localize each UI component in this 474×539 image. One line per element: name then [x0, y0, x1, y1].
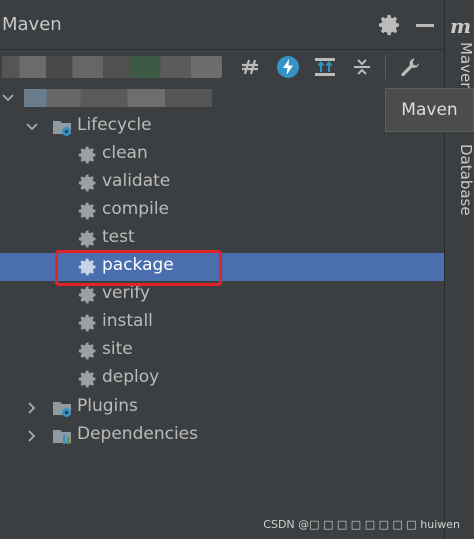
- toolbar: [0, 50, 444, 84]
- lifecycle-folder-icon: [53, 121, 71, 136]
- gear-icon: [78, 286, 96, 304]
- tree-row-phase-clean[interactable]: clean: [0, 141, 444, 169]
- gear-icon: [78, 370, 96, 388]
- side-tab-database[interactable]: Database: [445, 144, 474, 216]
- tree-row-plugins[interactable]: Plugins: [0, 394, 444, 422]
- skip-tests-icon[interactable]: [274, 53, 302, 81]
- right-tool-strip: m Maven Database: [444, 0, 474, 539]
- tree-label-phase: test: [102, 227, 135, 247]
- red-highlight-annotation: [55, 250, 222, 286]
- gear-icon: [78, 314, 96, 332]
- tree-label-phase: site: [102, 339, 133, 359]
- collapse-all-icon[interactable]: [348, 53, 376, 81]
- gear-icon: [78, 174, 96, 192]
- tree-label-phase: compile: [102, 199, 170, 219]
- blurred-toolbar-region: [2, 56, 222, 78]
- tree-row-phase-site[interactable]: site: [0, 337, 444, 365]
- maven-tool-window: Maven Lifecycle clean validate compile t…: [0, 0, 444, 539]
- tree-label-lifecycle: Lifecycle: [77, 115, 152, 135]
- panel-title: Maven: [2, 14, 62, 35]
- tree-row-phase-compile[interactable]: compile: [0, 197, 444, 225]
- gear-icon: [78, 342, 96, 360]
- tree-row-lifecycle[interactable]: Lifecycle: [0, 113, 444, 141]
- tree-label-phase: clean: [102, 143, 148, 163]
- tree-row-phase-install[interactable]: install: [0, 309, 444, 337]
- tree-row-phase-deploy[interactable]: deploy: [0, 365, 444, 393]
- title-bar: Maven: [0, 0, 444, 50]
- tooltip: Maven: [385, 88, 474, 132]
- gear-icon: [78, 146, 96, 164]
- chevron-right-icon[interactable]: [24, 428, 40, 444]
- tree-label-plugins: Plugins: [77, 396, 138, 416]
- blurred-project-name: [24, 89, 212, 107]
- chevron-right-icon[interactable]: [24, 400, 40, 416]
- tree-label-phase: validate: [102, 171, 171, 191]
- gear-icon: [78, 230, 96, 248]
- tree-label-dependencies: Dependencies: [77, 424, 198, 444]
- tree-label-phase: deploy: [102, 367, 160, 387]
- gear-icon: [78, 202, 96, 220]
- dependencies-folder-icon: [53, 430, 71, 444]
- tree-row-project[interactable]: [0, 84, 444, 112]
- toggle-offline-icon[interactable]: [236, 53, 264, 81]
- tree-row-phase-validate[interactable]: validate: [0, 169, 444, 197]
- maven-logo-icon: m: [450, 14, 472, 38]
- tree-row-phase-test[interactable]: test: [0, 225, 444, 253]
- chevron-down-icon[interactable]: [24, 119, 40, 135]
- tree-row-dependencies[interactable]: Dependencies: [0, 422, 444, 450]
- wrench-icon[interactable]: [396, 53, 424, 81]
- plugins-folder-icon: [53, 402, 71, 417]
- chevron-down-icon[interactable]: [0, 90, 16, 106]
- minimize-button[interactable]: [416, 24, 434, 27]
- gear-icon[interactable]: [378, 13, 402, 37]
- tree-label-phase: verify: [102, 283, 150, 303]
- watermark: CSDN @□ □ □ □ □ □ □ □ huiwen: [263, 518, 460, 531]
- toolbar-separator: [385, 55, 386, 79]
- show-dependencies-icon[interactable]: [311, 53, 339, 81]
- tree-label-phase: install: [102, 311, 153, 331]
